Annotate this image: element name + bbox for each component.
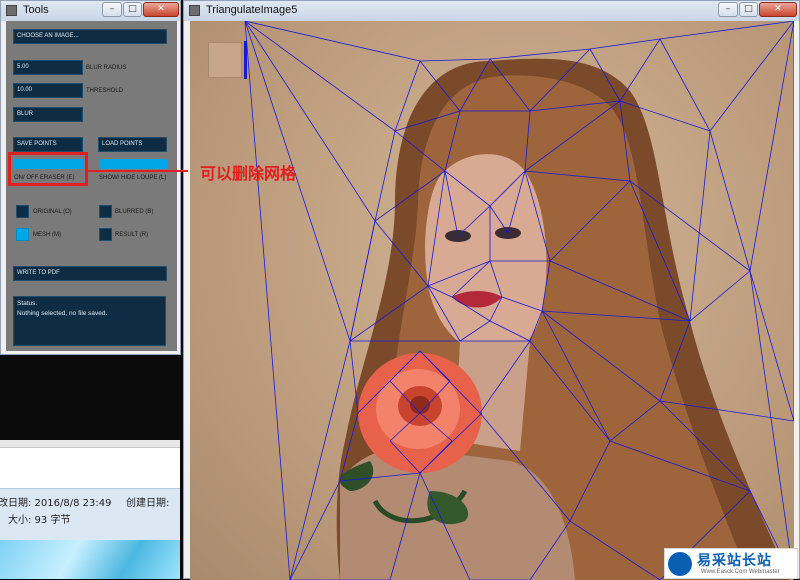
result-toggle[interactable] — [99, 228, 112, 241]
original-label: ORIGINAL (O) — [33, 209, 72, 215]
file-explorer-fragment: 改日期: 2016/8/8 23:49 创建日期: 大小: 93 字节 — [0, 440, 180, 579]
original-toggle[interactable] — [16, 205, 29, 218]
eraser-highlight-box — [8, 152, 88, 186]
close-button[interactable]: ✕ — [143, 2, 179, 17]
explorer-scrollbar[interactable] — [0, 440, 180, 448]
created-date-label: 创建日期: — [126, 498, 170, 509]
control-panel: CHOOSE AN IMAGE... 5.00 BLUR RADIUS 10.0… — [6, 21, 177, 351]
status-box: Status. Nothing selected, no file saved. — [13, 296, 166, 346]
tools-title: Tools — [23, 4, 49, 16]
tools-titlebar[interactable]: Tools – □ ✕ — [1, 1, 180, 21]
site-watermark: 易采站长站 Www.Easck.Com Webmaster — [664, 548, 798, 579]
app-icon — [6, 5, 17, 16]
maximize-button[interactable]: □ — [739, 2, 758, 17]
triangulate-window: TriangulateImage5 – □ ✕ — [183, 0, 800, 580]
annotation-text: 可以删除网格 — [200, 164, 297, 183]
color-swatch — [208, 42, 242, 78]
result-label: RESULT (R) — [115, 232, 149, 238]
annotation-arrow-line — [88, 170, 188, 172]
blurred-toggle[interactable] — [99, 205, 112, 218]
app-icon — [189, 5, 200, 16]
threshold-label: THRESHOLD — [86, 88, 124, 94]
loupe-toggle[interactable] — [99, 159, 167, 169]
save-points-button[interactable]: SAVE POINTS — [13, 137, 83, 152]
status-text: Nothing selected, no file saved. — [17, 310, 108, 317]
triangulate-title: TriangulateImage5 — [206, 4, 298, 16]
portrait-image — [244, 21, 794, 580]
write-pdf-button[interactable]: WRITE TO PDF — [13, 266, 167, 281]
load-points-button[interactable]: LOAD POINTS — [98, 137, 167, 152]
watermark-subtitle: Www.Easck.Com Webmaster — [701, 569, 780, 575]
file-size: 大小: 93 字节 — [8, 515, 71, 526]
minimize-button[interactable]: – — [102, 2, 122, 17]
minimize-button[interactable]: – — [718, 2, 738, 17]
blurred-label: BLURRED (B) — [115, 209, 154, 215]
mesh-edge-marker — [244, 41, 247, 79]
desktop-wallpaper — [0, 540, 180, 579]
blur-button[interactable]: BLUR — [13, 107, 83, 122]
choose-image-button[interactable]: CHOOSE AN IMAGE... — [13, 29, 167, 44]
mesh-label: MESH (M) — [33, 232, 61, 238]
triangulate-titlebar[interactable]: TriangulateImage5 – □ ✕ — [184, 1, 799, 21]
loupe-label: SHOW/ HIDE LOUPE (L) — [99, 175, 167, 181]
status-title: Status. — [17, 300, 38, 307]
modified-date: 改日期: 2016/8/8 23:49 — [0, 498, 112, 509]
mesh-toggle[interactable] — [16, 228, 29, 241]
blur-radius-label: BLUR RADIUS — [86, 65, 127, 71]
site-logo-icon — [668, 552, 692, 576]
maximize-button[interactable]: □ — [123, 2, 142, 17]
blur-radius-input[interactable]: 5.00 — [13, 60, 83, 75]
file-details-pane: 改日期: 2016/8/8 23:49 创建日期: 大小: 93 字节 — [0, 488, 180, 541]
close-button[interactable]: ✕ — [759, 2, 797, 17]
threshold-input[interactable]: 10.00 — [13, 83, 83, 98]
watermark-title: 易采站长站 — [697, 553, 772, 569]
image-canvas[interactable] — [190, 21, 794, 580]
